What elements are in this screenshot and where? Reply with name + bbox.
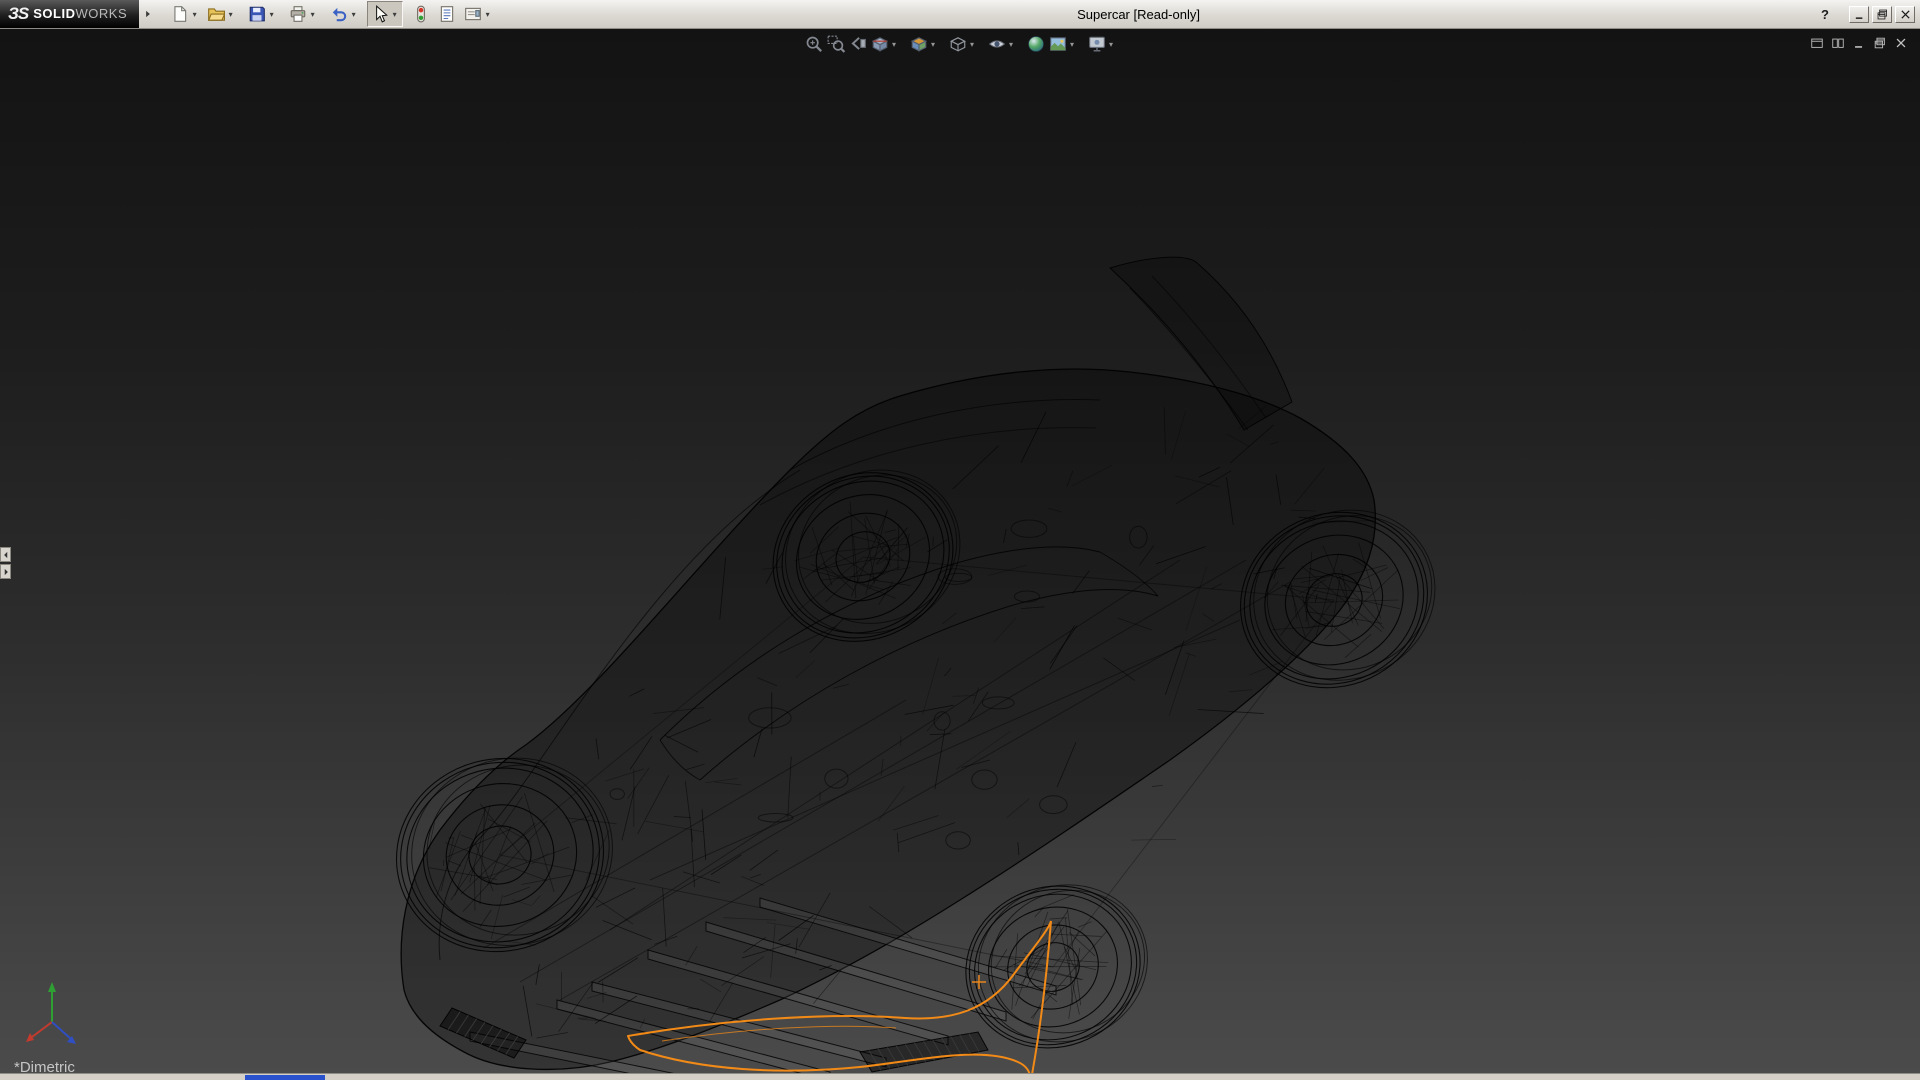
minimize-button[interactable]	[1849, 6, 1869, 23]
select-button[interactable]: ▾	[367, 1, 403, 27]
doc-tile-icon	[1831, 36, 1845, 50]
menu-expand-icon	[143, 9, 153, 19]
menu-expand-button[interactable]	[139, 1, 157, 27]
dropdown-arrow-icon[interactable]: ▾	[390, 10, 399, 19]
dropdown-arrow-icon[interactable]: ▾	[190, 10, 199, 19]
minimize-document-button[interactable]	[1852, 36, 1866, 50]
undo-button[interactable]: ▾	[326, 1, 362, 27]
panel-splitter	[0, 547, 11, 579]
view-orientation-icon	[910, 35, 928, 53]
restore-icon	[1876, 8, 1889, 21]
status-accent	[245, 1075, 325, 1080]
open-button[interactable]: ▾	[203, 1, 239, 27]
document-window-controls	[1810, 36, 1908, 50]
minimize-icon	[1853, 8, 1866, 21]
display-style-icon	[949, 35, 967, 53]
zoom-to-fit-button[interactable]	[804, 34, 824, 54]
chevron-right-icon	[1, 567, 11, 577]
brand-bold: SOLID	[33, 6, 75, 21]
previous-view-icon	[849, 35, 867, 53]
options-icon	[464, 5, 482, 23]
appearance-icon	[1027, 35, 1045, 53]
restore-document-button[interactable]	[1873, 36, 1887, 50]
view-orientation-button[interactable]: ▾	[909, 34, 938, 54]
new-document-icon	[171, 5, 189, 23]
graphics-area: ▾ ▾ ▾ ▾ ▾ ▾ *Dimetric	[0, 29, 1920, 1073]
solidworks-logo: ЗS SOLIDWORKS	[0, 0, 139, 28]
save-button[interactable]: ▾	[244, 1, 280, 27]
restore-icon	[1873, 36, 1887, 50]
close-document-button[interactable]	[1894, 36, 1908, 50]
minimize-icon	[1852, 36, 1866, 50]
edit-appearance-button[interactable]	[1026, 34, 1046, 54]
document-title: Supercar [Read-only]	[1077, 0, 1200, 29]
scene-icon	[1049, 35, 1067, 53]
print-icon	[289, 5, 307, 23]
toolbar-separator	[1018, 35, 1024, 53]
dropdown-arrow-icon[interactable]: ▾	[1068, 40, 1076, 49]
display-style-button[interactable]: ▾	[948, 34, 977, 54]
rebuild-icon	[412, 5, 430, 23]
close-icon	[1899, 8, 1912, 21]
viewport-canvas[interactable]	[0, 29, 1920, 1073]
dropdown-arrow-icon[interactable]: ▾	[929, 40, 937, 49]
collapse-panel-button[interactable]	[0, 547, 11, 562]
new-window-button[interactable]	[1810, 36, 1824, 50]
doc-window-icon	[1810, 36, 1824, 50]
restore-button[interactable]	[1872, 6, 1892, 23]
dropdown-arrow-icon[interactable]: ▾	[968, 40, 976, 49]
close-button[interactable]	[1895, 6, 1915, 23]
dropdown-arrow-icon[interactable]: ▾	[890, 40, 898, 49]
zoom-area-icon	[827, 35, 845, 53]
brand-light: WORKS	[76, 6, 128, 21]
dropdown-arrow-icon[interactable]: ▾	[349, 10, 358, 19]
apply-scene-button[interactable]: ▾	[1048, 34, 1077, 54]
toolbar-separator	[1079, 35, 1085, 53]
new-document-button[interactable]: ▾	[167, 1, 203, 27]
chevron-left-icon	[1, 550, 11, 560]
dropdown-arrow-icon[interactable]: ▾	[1007, 40, 1015, 49]
view-settings-button[interactable]: ▾	[1087, 34, 1116, 54]
help-glyph: ?	[1821, 7, 1829, 22]
expand-panel-button[interactable]	[0, 564, 11, 579]
toolbar-separator	[901, 35, 907, 53]
tile-windows-button[interactable]	[1831, 36, 1845, 50]
dropdown-arrow-icon[interactable]: ▾	[267, 10, 276, 19]
rebuild-button[interactable]	[408, 1, 434, 27]
section-view-button[interactable]: ▾	[870, 34, 899, 54]
dropdown-arrow-icon[interactable]: ▾	[226, 10, 235, 19]
select-cursor-icon	[371, 5, 389, 23]
print-button[interactable]: ▾	[285, 1, 321, 27]
section-view-icon	[871, 35, 889, 53]
file-properties-button[interactable]	[434, 1, 460, 27]
hide-show-items-button[interactable]: ▾	[987, 34, 1016, 54]
dropdown-arrow-icon[interactable]: ▾	[1107, 40, 1115, 49]
main-toolbar: ▾ ▾ ▾ ▾ ▾ ▾ ▾	[157, 1, 496, 27]
open-folder-icon	[207, 5, 225, 23]
window-controls: ?	[1816, 0, 1915, 29]
heads-up-view-toolbar: ▾ ▾ ▾ ▾ ▾ ▾	[804, 34, 1116, 54]
previous-view-button[interactable]	[848, 34, 868, 54]
dropdown-arrow-icon[interactable]: ▾	[483, 10, 492, 19]
toolbar-separator	[979, 35, 985, 53]
view-orientation-label: *Dimetric	[14, 1059, 75, 1073]
options-button[interactable]: ▾	[460, 1, 496, 27]
file-properties-icon	[438, 5, 456, 23]
solidworks-logo-mark: ЗS	[8, 4, 28, 24]
toolbar-separator	[940, 35, 946, 53]
hide-show-icon	[988, 35, 1006, 53]
dropdown-arrow-icon[interactable]: ▾	[308, 10, 317, 19]
help-button[interactable]: ?	[1816, 6, 1834, 23]
status-bar	[0, 1073, 1920, 1080]
view-settings-icon	[1088, 35, 1106, 53]
title-bar: ЗS SOLIDWORKS ▾ ▾ ▾ ▾ ▾ ▾ ▾ Supercar [Read-onl…	[0, 0, 1920, 29]
close-icon	[1894, 36, 1908, 50]
zoom-fit-icon	[805, 35, 823, 53]
zoom-to-area-button[interactable]	[826, 34, 846, 54]
undo-icon	[330, 5, 348, 23]
save-icon	[248, 5, 266, 23]
solidworks-logo-text: SOLIDWORKS	[33, 5, 127, 23]
